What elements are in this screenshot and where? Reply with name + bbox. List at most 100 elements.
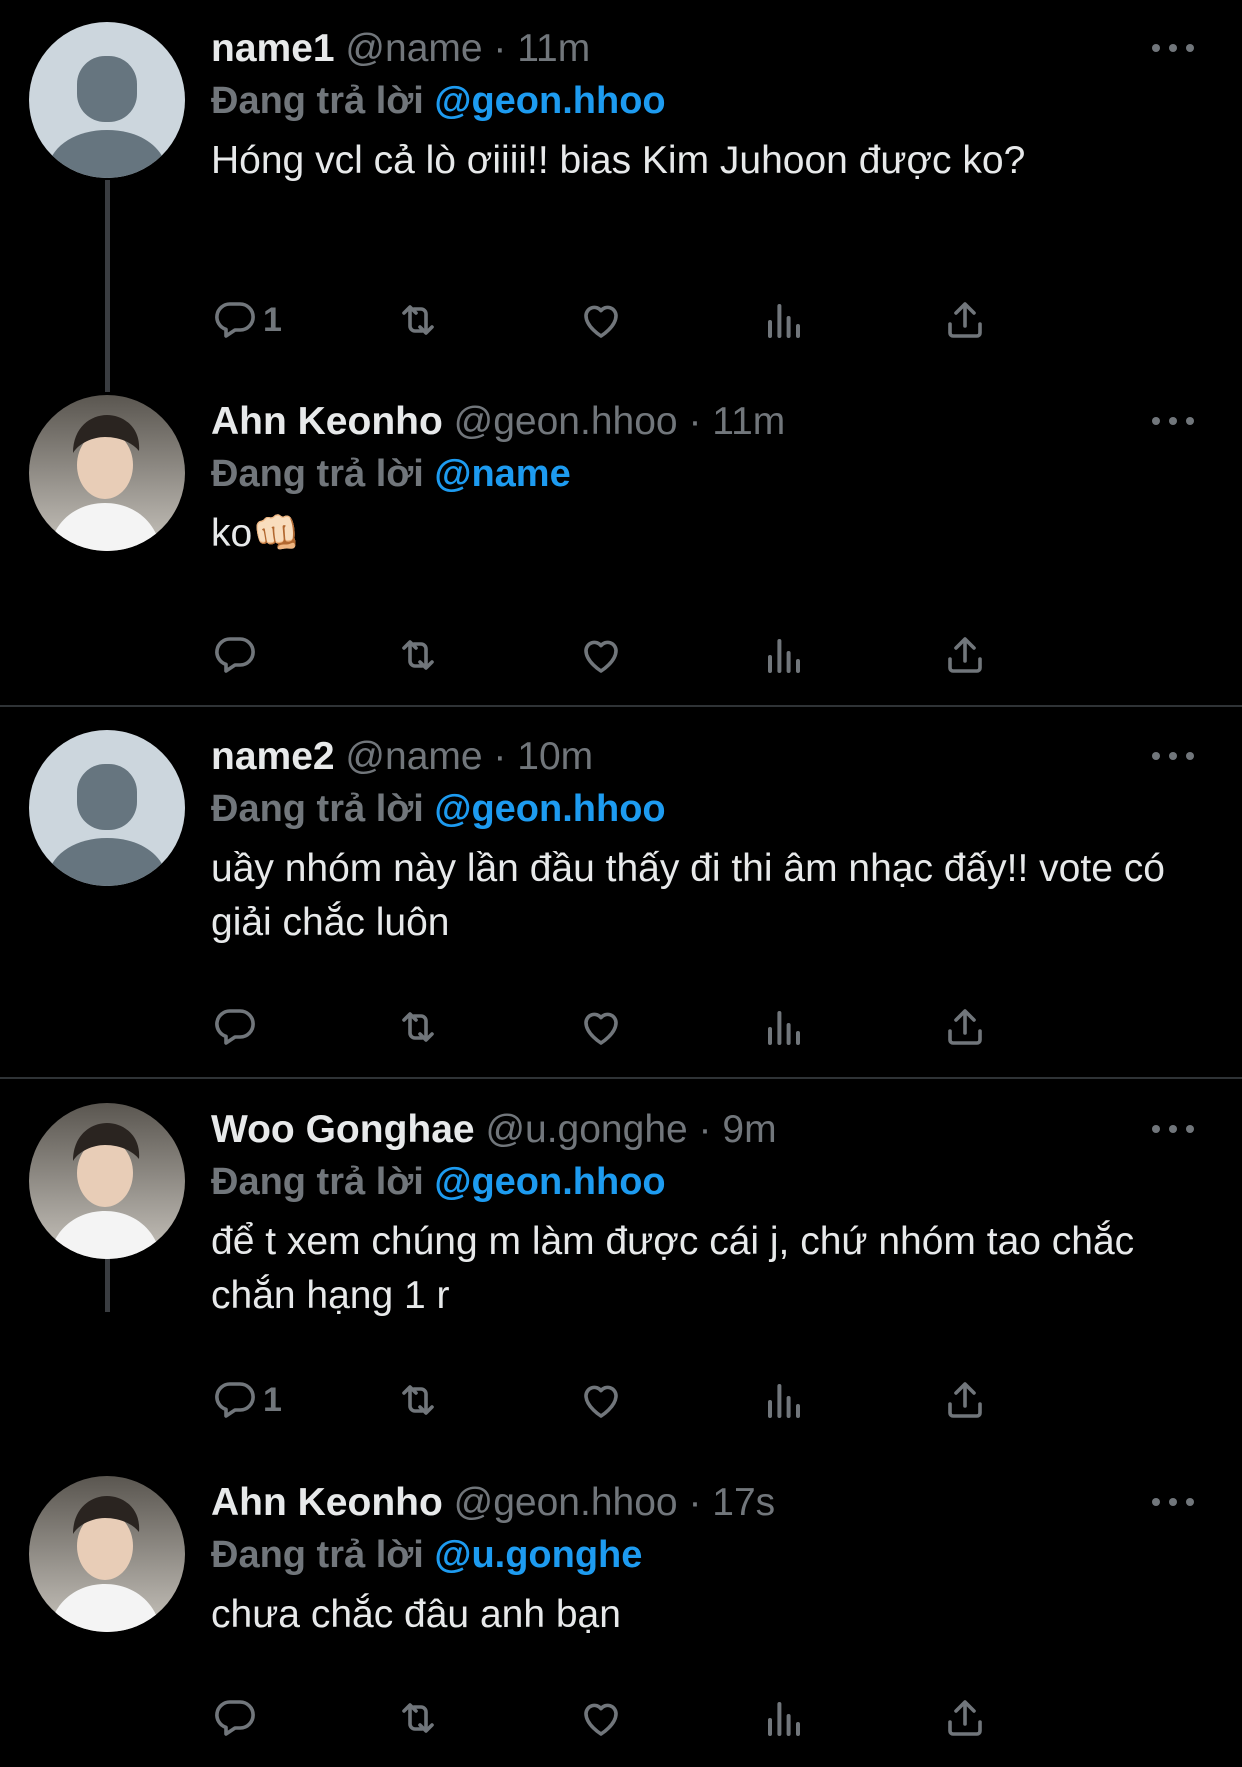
share-button[interactable] [941,997,989,1057]
thread-divider [0,1077,1242,1079]
timestamp[interactable]: 10m [517,735,593,778]
tweet-content: Ahn Keonho @geon.hhoo · 17s Đang trả lời… [211,1478,1202,1642]
share-button[interactable] [941,625,989,685]
replying-to: Đang trả lời @name [211,447,1202,501]
tweet-header: Ahn Keonho @geon.hhoo · 11m [211,397,1202,447]
share-button[interactable] [941,290,989,350]
retweet-button[interactable] [394,625,442,685]
like-button[interactable] [577,290,625,350]
heart-icon [584,640,618,673]
heart-icon [584,1703,618,1736]
views-icon [768,639,800,673]
views-button[interactable] [760,1688,808,1748]
heart-icon [584,1385,618,1418]
tweet-text: ko👊🏻 [211,512,301,555]
share-button[interactable] [941,1370,989,1430]
default-avatar[interactable] [29,730,185,886]
user-handle[interactable]: @name [345,27,482,70]
separator-dot: · [688,400,702,443]
retweet-icon [402,1703,434,1733]
reply-icon [215,1700,255,1736]
reply-count: 1 [263,300,282,339]
share-button[interactable] [941,1688,989,1748]
display-name[interactable]: Ahn Keonho [211,1481,443,1524]
reply-button[interactable]: 1 [211,1370,282,1430]
reply-button[interactable] [211,997,263,1057]
action-bar [211,997,1111,1057]
like-button[interactable] [577,625,625,685]
user-handle[interactable]: @u.gonghe [485,1108,687,1151]
more-icon[interactable] [1148,1119,1198,1139]
reply-button[interactable] [211,1688,263,1748]
replying-to: Đang trả lời @u.gonghe [211,1528,1202,1582]
mention-link[interactable]: @geon.hhoo [434,80,665,122]
action-bar: 1 [211,290,1111,350]
views-button[interactable] [760,997,808,1057]
more-icon[interactable] [1148,38,1198,58]
like-button[interactable] [577,1370,625,1430]
more-icon[interactable] [1148,411,1198,431]
replying-to-label: Đang trả lời [211,80,424,122]
timestamp[interactable]: 11m [517,27,590,70]
tweet-header: Woo Gonghae @u.gonghe · 9m [211,1105,1202,1155]
mention-link[interactable]: @geon.hhoo [434,1161,665,1203]
display-name[interactable]: name1 [211,27,335,70]
replying-to: Đang trả lời @geon.hhoo [211,782,1202,836]
share-icon [948,1700,982,1736]
views-icon [768,1384,800,1418]
user-handle[interactable]: @geon.hhoo [454,400,678,443]
display-name[interactable]: name2 [211,735,335,778]
more-icon[interactable] [1148,746,1198,766]
tweet-text: để t xem chúng m làm được cái j, chứ nhó… [211,1220,1135,1317]
user-handle[interactable]: @geon.hhoo [454,1481,678,1524]
mention-link[interactable]: @name [434,453,570,495]
mention-link[interactable]: @geon.hhoo [434,788,665,830]
display-name[interactable]: Ahn Keonho [211,400,443,443]
separator-dot: · [698,1108,712,1151]
display-name[interactable]: Woo Gonghae [211,1108,475,1151]
action-bar: 1 [211,1370,1111,1430]
retweet-button[interactable] [394,997,442,1057]
tweet-header: name1 @name · 11m [211,24,1202,74]
replying-to-label: Đang trả lời [211,788,424,830]
replying-to-label: Đang trả lời [211,453,424,495]
timestamp[interactable]: 17s [712,1481,775,1524]
reply-button[interactable]: 1 [211,290,282,350]
retweet-icon [402,305,434,335]
views-button[interactable] [760,625,808,685]
separator-dot: · [493,735,507,778]
retweet-icon [402,640,434,670]
retweet-button[interactable] [394,1688,442,1748]
views-button[interactable] [760,290,808,350]
retweet-button[interactable] [394,1370,442,1430]
photo-avatar[interactable] [29,395,185,551]
tweet-content: Woo Gonghae @u.gonghe · 9m Đang trả lời … [211,1105,1202,1323]
reply-button[interactable] [211,625,263,685]
photo-avatar[interactable] [29,1476,185,1632]
timestamp[interactable]: 11m [712,400,785,443]
heart-icon [584,1012,618,1045]
tweet-text: uầy nhóm này lần đầu thấy đi thi âm nhạc… [211,847,1165,944]
replying-to-label: Đang trả lời [211,1534,424,1576]
reply-icon [215,302,255,338]
photo-avatar[interactable] [29,1103,185,1259]
like-button[interactable] [577,997,625,1057]
tweet-header: name2 @name · 10m [211,732,1202,782]
views-button[interactable] [760,1370,808,1430]
timestamp[interactable]: 9m [722,1108,776,1151]
retweet-button[interactable] [394,290,442,350]
user-handle[interactable]: @name [345,735,482,778]
share-icon [948,1382,982,1418]
views-icon [768,304,800,338]
share-icon [948,637,982,673]
views-icon [768,1011,800,1045]
separator-dot: · [493,27,507,70]
tweet-content: name1 @name · 11m Đang trả lời @geon.hho… [211,24,1202,188]
replying-to-label: Đang trả lời [211,1161,424,1203]
default-avatar[interactable] [29,22,185,178]
reply-count: 1 [263,1380,282,1419]
more-icon[interactable] [1148,1492,1198,1512]
separator-dot: · [688,1481,702,1524]
mention-link[interactable]: @u.gonghe [434,1534,642,1576]
like-button[interactable] [577,1688,625,1748]
